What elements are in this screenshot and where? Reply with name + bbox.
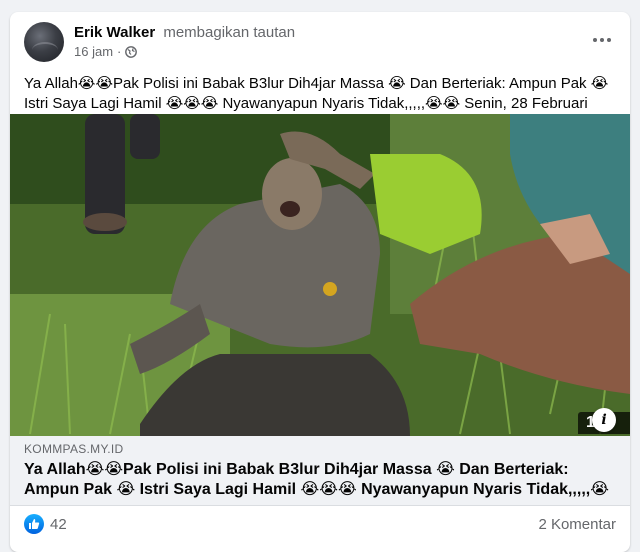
author-name[interactable]: Erik Walker: [74, 24, 155, 41]
avatar[interactable]: [24, 22, 64, 62]
post-footer: 42 2 Komentar: [10, 506, 630, 542]
link-domain: KOMMPAS.MY.ID: [24, 442, 124, 456]
like-count[interactable]: 42: [50, 516, 67, 533]
more-options-icon[interactable]: [590, 28, 614, 52]
post-meta: 16 jam ·: [74, 44, 138, 59]
post-card: Erik Walker membagikan tautan 16 jam · Y…: [10, 12, 630, 552]
post-image[interactable]: 1.2 i: [10, 114, 630, 436]
post-timestamp[interactable]: 16 jam: [74, 44, 113, 59]
link-preview[interactable]: KOMMPAS.MY.ID Ya Allah😭😭Pak Polisi ini B…: [10, 436, 630, 506]
author-line: Erik Walker membagikan tautan: [74, 24, 295, 41]
post-header: Erik Walker membagikan tautan 16 jam ·: [24, 22, 620, 62]
comment-count[interactable]: 2 Komentar: [538, 516, 616, 533]
post-action-text: membagikan tautan: [163, 24, 296, 41]
like-reaction-icon[interactable]: [24, 514, 44, 534]
info-icon[interactable]: i: [592, 408, 616, 432]
link-title[interactable]: Ya Allah😭😭Pak Polisi ini Babak B3lur Dih…: [24, 460, 616, 500]
globe-icon[interactable]: [125, 45, 138, 58]
